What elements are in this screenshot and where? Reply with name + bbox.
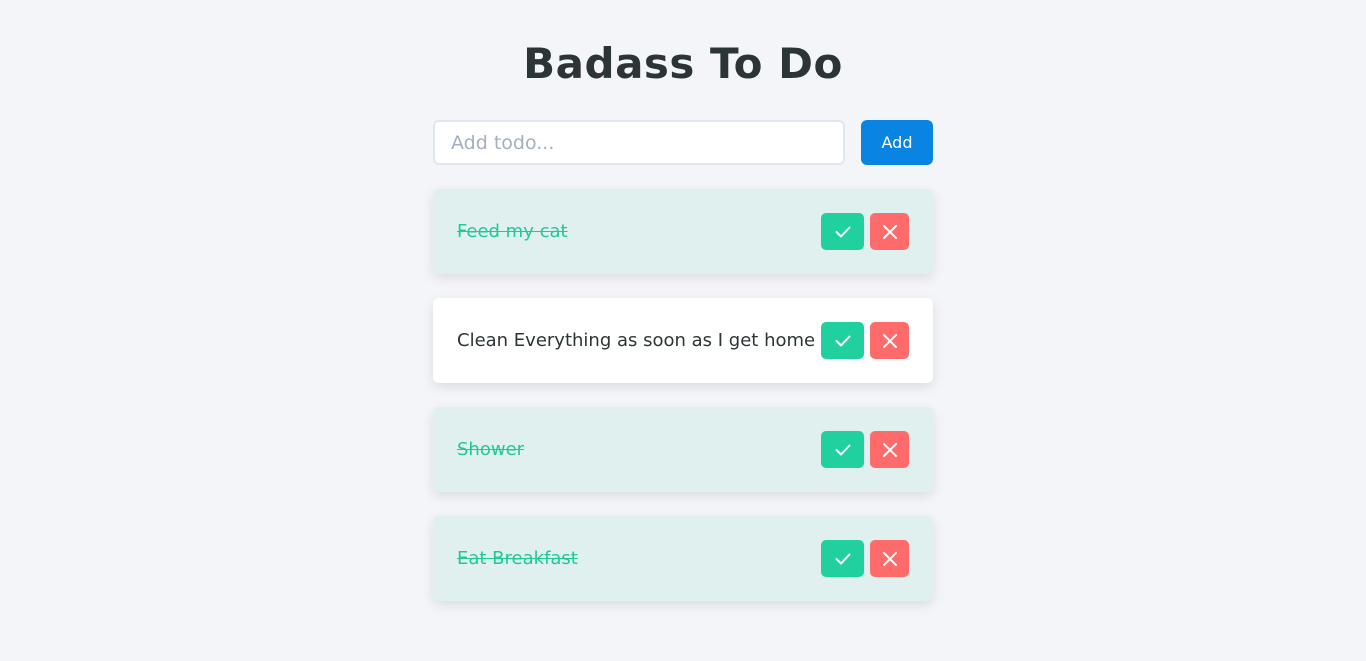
todo-text: Eat Breakfast [457,548,578,569]
complete-button[interactable] [821,431,864,468]
todo-item: Feed my cat [433,189,933,274]
check-icon [835,335,850,346]
todo-list: Feed my cat Clean Everything as soon as … [433,189,933,625]
complete-button[interactable] [821,540,864,577]
close-icon [882,551,897,566]
todo-item: Shower [433,407,933,492]
close-icon [882,224,897,239]
close-icon [882,442,897,457]
close-icon [882,333,897,348]
todo-text: Feed my cat [457,221,568,242]
delete-button[interactable] [870,213,909,250]
todo-item: Clean Everything as soon as I get home [433,298,933,383]
complete-button[interactable] [821,322,864,359]
delete-button[interactable] [870,322,909,359]
add-todo-form: Add [433,120,933,165]
complete-button[interactable] [821,213,864,250]
page-title: Badass To Do [523,39,843,88]
check-icon [835,444,850,455]
todo-item: Eat Breakfast [433,516,933,601]
todo-app: Badass To Do Add Feed my cat Clean Every… [0,0,1366,661]
todo-text: Clean Everything as soon as I get home [457,330,816,351]
check-icon [835,226,850,237]
add-button[interactable]: Add [861,120,933,165]
check-icon [835,553,850,564]
delete-button[interactable] [870,431,909,468]
add-todo-input[interactable] [433,120,845,165]
todo-text: Shower [457,439,525,460]
delete-button[interactable] [870,540,909,577]
